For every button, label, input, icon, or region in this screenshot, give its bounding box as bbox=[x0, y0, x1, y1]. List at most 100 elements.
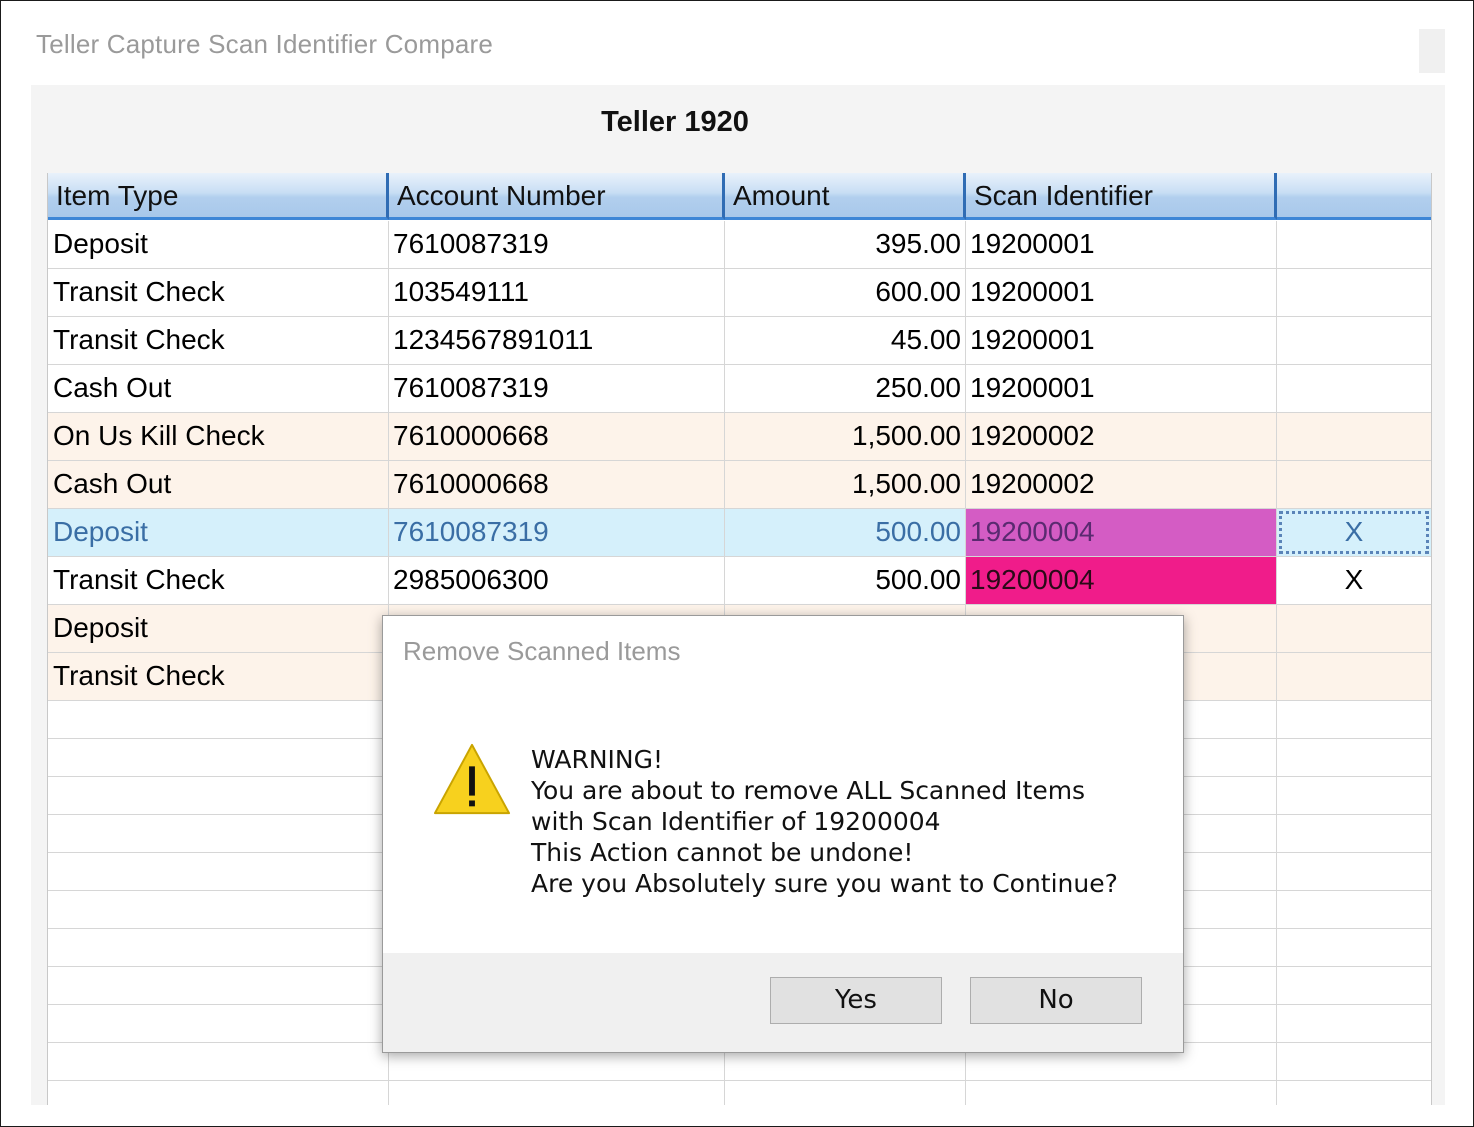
app-window: Teller Capture Scan Identifier Compare T… bbox=[0, 0, 1474, 1127]
cell-account-number[interactable]: 103549111 bbox=[389, 269, 725, 316]
table-row[interactable]: Transit Check 2985006300 500.00 19200004 X bbox=[48, 557, 1431, 605]
cell-remove-mark[interactable] bbox=[1277, 317, 1431, 364]
empty-cell bbox=[48, 701, 389, 738]
no-button[interactable]: No bbox=[970, 977, 1142, 1024]
cell-account-number[interactable]: 2985006300 bbox=[389, 557, 725, 604]
teller-heading: Teller 1920 bbox=[601, 106, 749, 138]
empty-cell bbox=[1277, 929, 1431, 966]
dialog-title: Remove Scanned Items bbox=[403, 636, 681, 666]
window-close-button[interactable] bbox=[1419, 29, 1445, 73]
empty-cell bbox=[1277, 1081, 1431, 1105]
empty-cell bbox=[48, 1005, 389, 1042]
cell-item-type[interactable]: Cash Out bbox=[48, 461, 389, 508]
cell-account-number[interactable]: 1234567891011 bbox=[389, 317, 725, 364]
cell-account-number[interactable]: 7610000668 bbox=[389, 461, 725, 508]
cell-amount[interactable]: 45.00 bbox=[725, 317, 966, 364]
column-header-account-number[interactable]: Account Number bbox=[389, 173, 725, 220]
cell-scan-identifier[interactable]: 19200001 bbox=[966, 317, 1277, 364]
cell-remove-mark[interactable] bbox=[1277, 221, 1431, 268]
column-header-remove[interactable] bbox=[1277, 173, 1431, 220]
dialog-message-line: with Scan Identifier of 19200004 bbox=[531, 807, 941, 836]
table-row[interactable]: Cash Out 7610087319 250.00 19200001 bbox=[48, 365, 1431, 413]
empty-row bbox=[48, 1081, 1431, 1105]
cell-scan-identifier[interactable]: 19200002 bbox=[966, 413, 1277, 460]
empty-cell bbox=[48, 777, 389, 814]
cell-amount[interactable]: 250.00 bbox=[725, 365, 966, 412]
dialog-message-line: This Action cannot be undone! bbox=[531, 838, 914, 867]
table-row[interactable]: Deposit 7610087319 395.00 19200001 bbox=[48, 221, 1431, 269]
dialog-message: WARNING! You are about to remove ALL Sca… bbox=[531, 744, 1118, 899]
cell-scan-identifier[interactable]: 19200004 bbox=[966, 509, 1277, 556]
cell-remove-mark[interactable]: X bbox=[1277, 557, 1431, 604]
table-row[interactable]: Transit Check 103549111 600.00 19200001 bbox=[48, 269, 1431, 317]
empty-cell bbox=[725, 1081, 966, 1105]
table-row[interactable]: Cash Out 7610000668 1,500.00 19200002 bbox=[48, 461, 1431, 509]
cell-amount[interactable]: 1,500.00 bbox=[725, 413, 966, 460]
cell-remove-mark[interactable] bbox=[1277, 413, 1431, 460]
cell-amount[interactable]: 500.00 bbox=[725, 557, 966, 604]
cell-item-type[interactable]: Transit Check bbox=[48, 269, 389, 316]
dialog-message-line: WARNING! bbox=[531, 745, 663, 774]
cell-remove-mark[interactable] bbox=[1277, 461, 1431, 508]
cell-amount[interactable]: 500.00 bbox=[725, 509, 966, 556]
window-title: Teller Capture Scan Identifier Compare bbox=[36, 29, 494, 59]
empty-cell bbox=[48, 967, 389, 1004]
empty-cell bbox=[1277, 1005, 1431, 1042]
empty-cell bbox=[1277, 853, 1431, 890]
cell-item-type[interactable]: Transit Check bbox=[48, 653, 389, 700]
table-row[interactable]: Deposit 7610087319 500.00 19200004 X bbox=[48, 509, 1431, 557]
cell-scan-identifier[interactable]: 19200001 bbox=[966, 365, 1277, 412]
empty-cell bbox=[1277, 701, 1431, 738]
empty-cell bbox=[1277, 891, 1431, 928]
empty-cell bbox=[1277, 967, 1431, 1004]
cell-item-type[interactable]: On Us Kill Check bbox=[48, 413, 389, 460]
empty-cell bbox=[1277, 777, 1431, 814]
cell-remove-mark[interactable] bbox=[1277, 269, 1431, 316]
column-header-item-type[interactable]: Item Type bbox=[48, 173, 389, 220]
dialog-message-line: You are about to remove ALL Scanned Item… bbox=[531, 776, 1086, 805]
empty-cell bbox=[1277, 1043, 1431, 1080]
cell-amount[interactable]: 395.00 bbox=[725, 221, 966, 268]
dialog-message-line: Are you Absolutely sure you want to Cont… bbox=[531, 869, 1118, 898]
cell-scan-identifier[interactable]: 19200001 bbox=[966, 221, 1277, 268]
empty-cell bbox=[48, 891, 389, 928]
empty-cell bbox=[48, 815, 389, 852]
empty-cell bbox=[966, 1081, 1277, 1105]
empty-cell bbox=[48, 853, 389, 890]
cell-remove-mark[interactable] bbox=[1277, 653, 1431, 700]
cell-remove-mark[interactable] bbox=[1277, 605, 1431, 652]
column-header-scan-identifier[interactable]: Scan Identifier bbox=[966, 173, 1277, 220]
cell-scan-identifier[interactable]: 19200002 bbox=[966, 461, 1277, 508]
yes-button[interactable]: Yes bbox=[770, 977, 942, 1024]
cell-scan-identifier[interactable]: 19200001 bbox=[966, 269, 1277, 316]
empty-cell bbox=[48, 1043, 389, 1080]
cell-amount[interactable]: 1,500.00 bbox=[725, 461, 966, 508]
cell-remove-mark[interactable]: X bbox=[1277, 509, 1431, 556]
table-row[interactable]: On Us Kill Check 7610000668 1,500.00 192000… bbox=[48, 413, 1431, 461]
empty-cell bbox=[1277, 815, 1431, 852]
cell-remove-mark[interactable] bbox=[1277, 365, 1431, 412]
cell-item-type[interactable]: Deposit bbox=[48, 605, 389, 652]
cell-account-number[interactable]: 7610087319 bbox=[389, 365, 725, 412]
cell-account-number[interactable]: 7610000668 bbox=[389, 413, 725, 460]
dialog-button-bar: Yes No bbox=[383, 953, 1183, 1052]
grid-header: Item Type Account Number Amount Scan Ide… bbox=[48, 173, 1431, 221]
cell-item-type[interactable]: Deposit bbox=[48, 221, 389, 268]
cell-item-type[interactable]: Transit Check bbox=[48, 317, 389, 364]
cell-account-number[interactable]: 7610087319 bbox=[389, 221, 725, 268]
cell-item-type[interactable]: Cash Out bbox=[48, 365, 389, 412]
column-header-amount[interactable]: Amount bbox=[725, 173, 966, 220]
cell-amount[interactable]: 600.00 bbox=[725, 269, 966, 316]
cell-account-number[interactable]: 7610087319 bbox=[389, 509, 725, 556]
cell-item-type[interactable]: Transit Check bbox=[48, 557, 389, 604]
warning-icon bbox=[433, 743, 511, 815]
empty-cell bbox=[48, 739, 389, 776]
cell-scan-identifier[interactable]: 19200004 bbox=[966, 557, 1277, 604]
cell-item-type[interactable]: Deposit bbox=[48, 509, 389, 556]
empty-cell bbox=[48, 1081, 389, 1105]
empty-cell bbox=[48, 929, 389, 966]
table-row[interactable]: Transit Check 1234567891011 45.00 19200001 bbox=[48, 317, 1431, 365]
empty-cell bbox=[389, 1081, 725, 1105]
remove-scanned-items-dialog: Remove Scanned Items WARNING! You are ab… bbox=[382, 615, 1184, 1053]
empty-cell bbox=[1277, 739, 1431, 776]
